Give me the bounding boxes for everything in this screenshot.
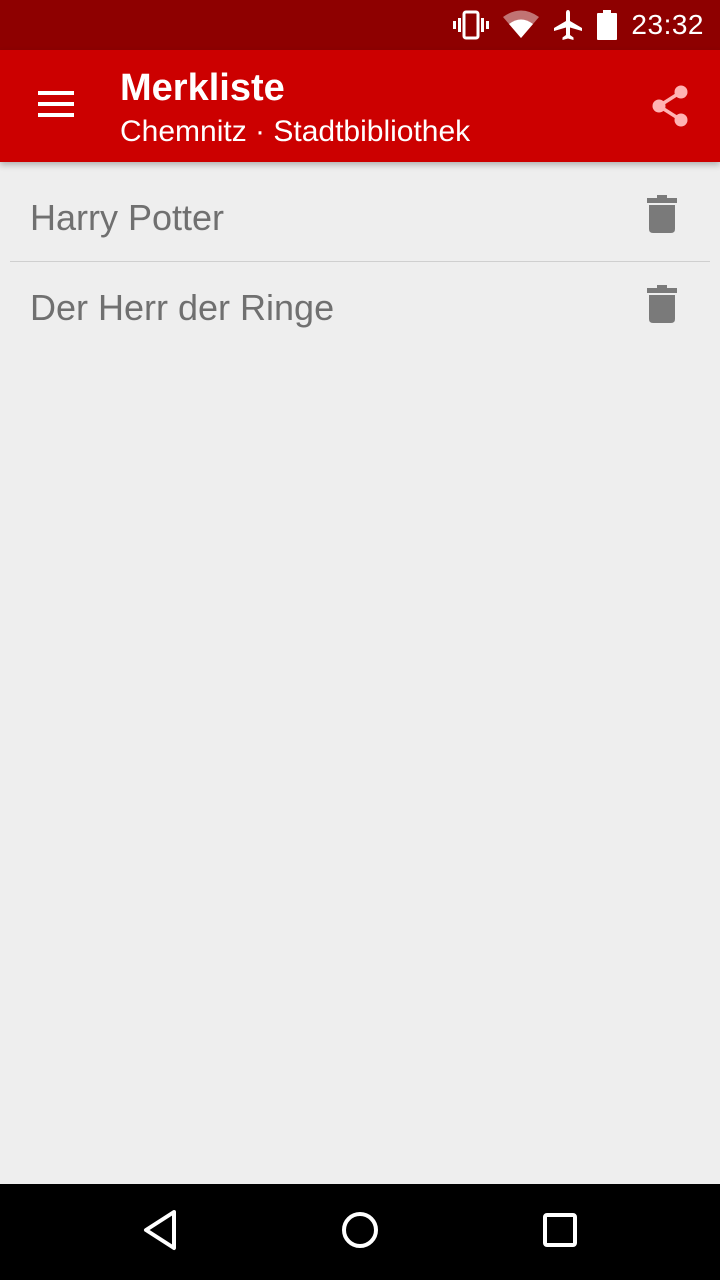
wifi-icon <box>503 10 540 40</box>
status-time: 23:32 <box>631 9 704 40</box>
back-icon <box>140 1208 180 1257</box>
page-title: Merkliste <box>120 67 285 109</box>
back-button[interactable] <box>134 1206 186 1258</box>
watchlist: Harry Potter Der Herr der Ringe <box>10 172 710 351</box>
trash-icon <box>647 194 677 238</box>
item-title: Der Herr der Ringe <box>30 287 335 328</box>
hamburger-menu-icon <box>36 89 76 124</box>
recents-icon <box>542 1212 578 1253</box>
home-icon <box>340 1210 380 1255</box>
item-title: Harry Potter <box>30 197 225 238</box>
share-icon <box>650 84 690 133</box>
status-bar: 23:32 <box>0 0 720 50</box>
vibrate-icon <box>453 10 490 40</box>
delete-button[interactable] <box>640 194 684 238</box>
home-button[interactable] <box>334 1206 386 1258</box>
menu-button[interactable] <box>22 72 90 140</box>
list-item[interactable]: Der Herr der Ringe <box>10 262 710 351</box>
list-item[interactable]: Harry Potter <box>10 172 710 262</box>
status-icons: 23:32 <box>453 0 704 50</box>
navigation-bar <box>0 1184 720 1280</box>
app-bar: Merkliste Chemnitz · Stadtbibliothek <box>0 50 720 162</box>
recents-button[interactable] <box>534 1206 586 1258</box>
trash-icon <box>647 284 677 328</box>
airplane-icon <box>553 9 583 41</box>
title-block: Merkliste Chemnitz · Stadtbibliothek <box>120 66 470 152</box>
delete-button[interactable] <box>640 284 684 328</box>
page-subtitle: Chemnitz · Stadtbibliothek <box>120 115 471 148</box>
battery-icon <box>597 10 618 40</box>
share-button[interactable] <box>638 76 702 140</box>
